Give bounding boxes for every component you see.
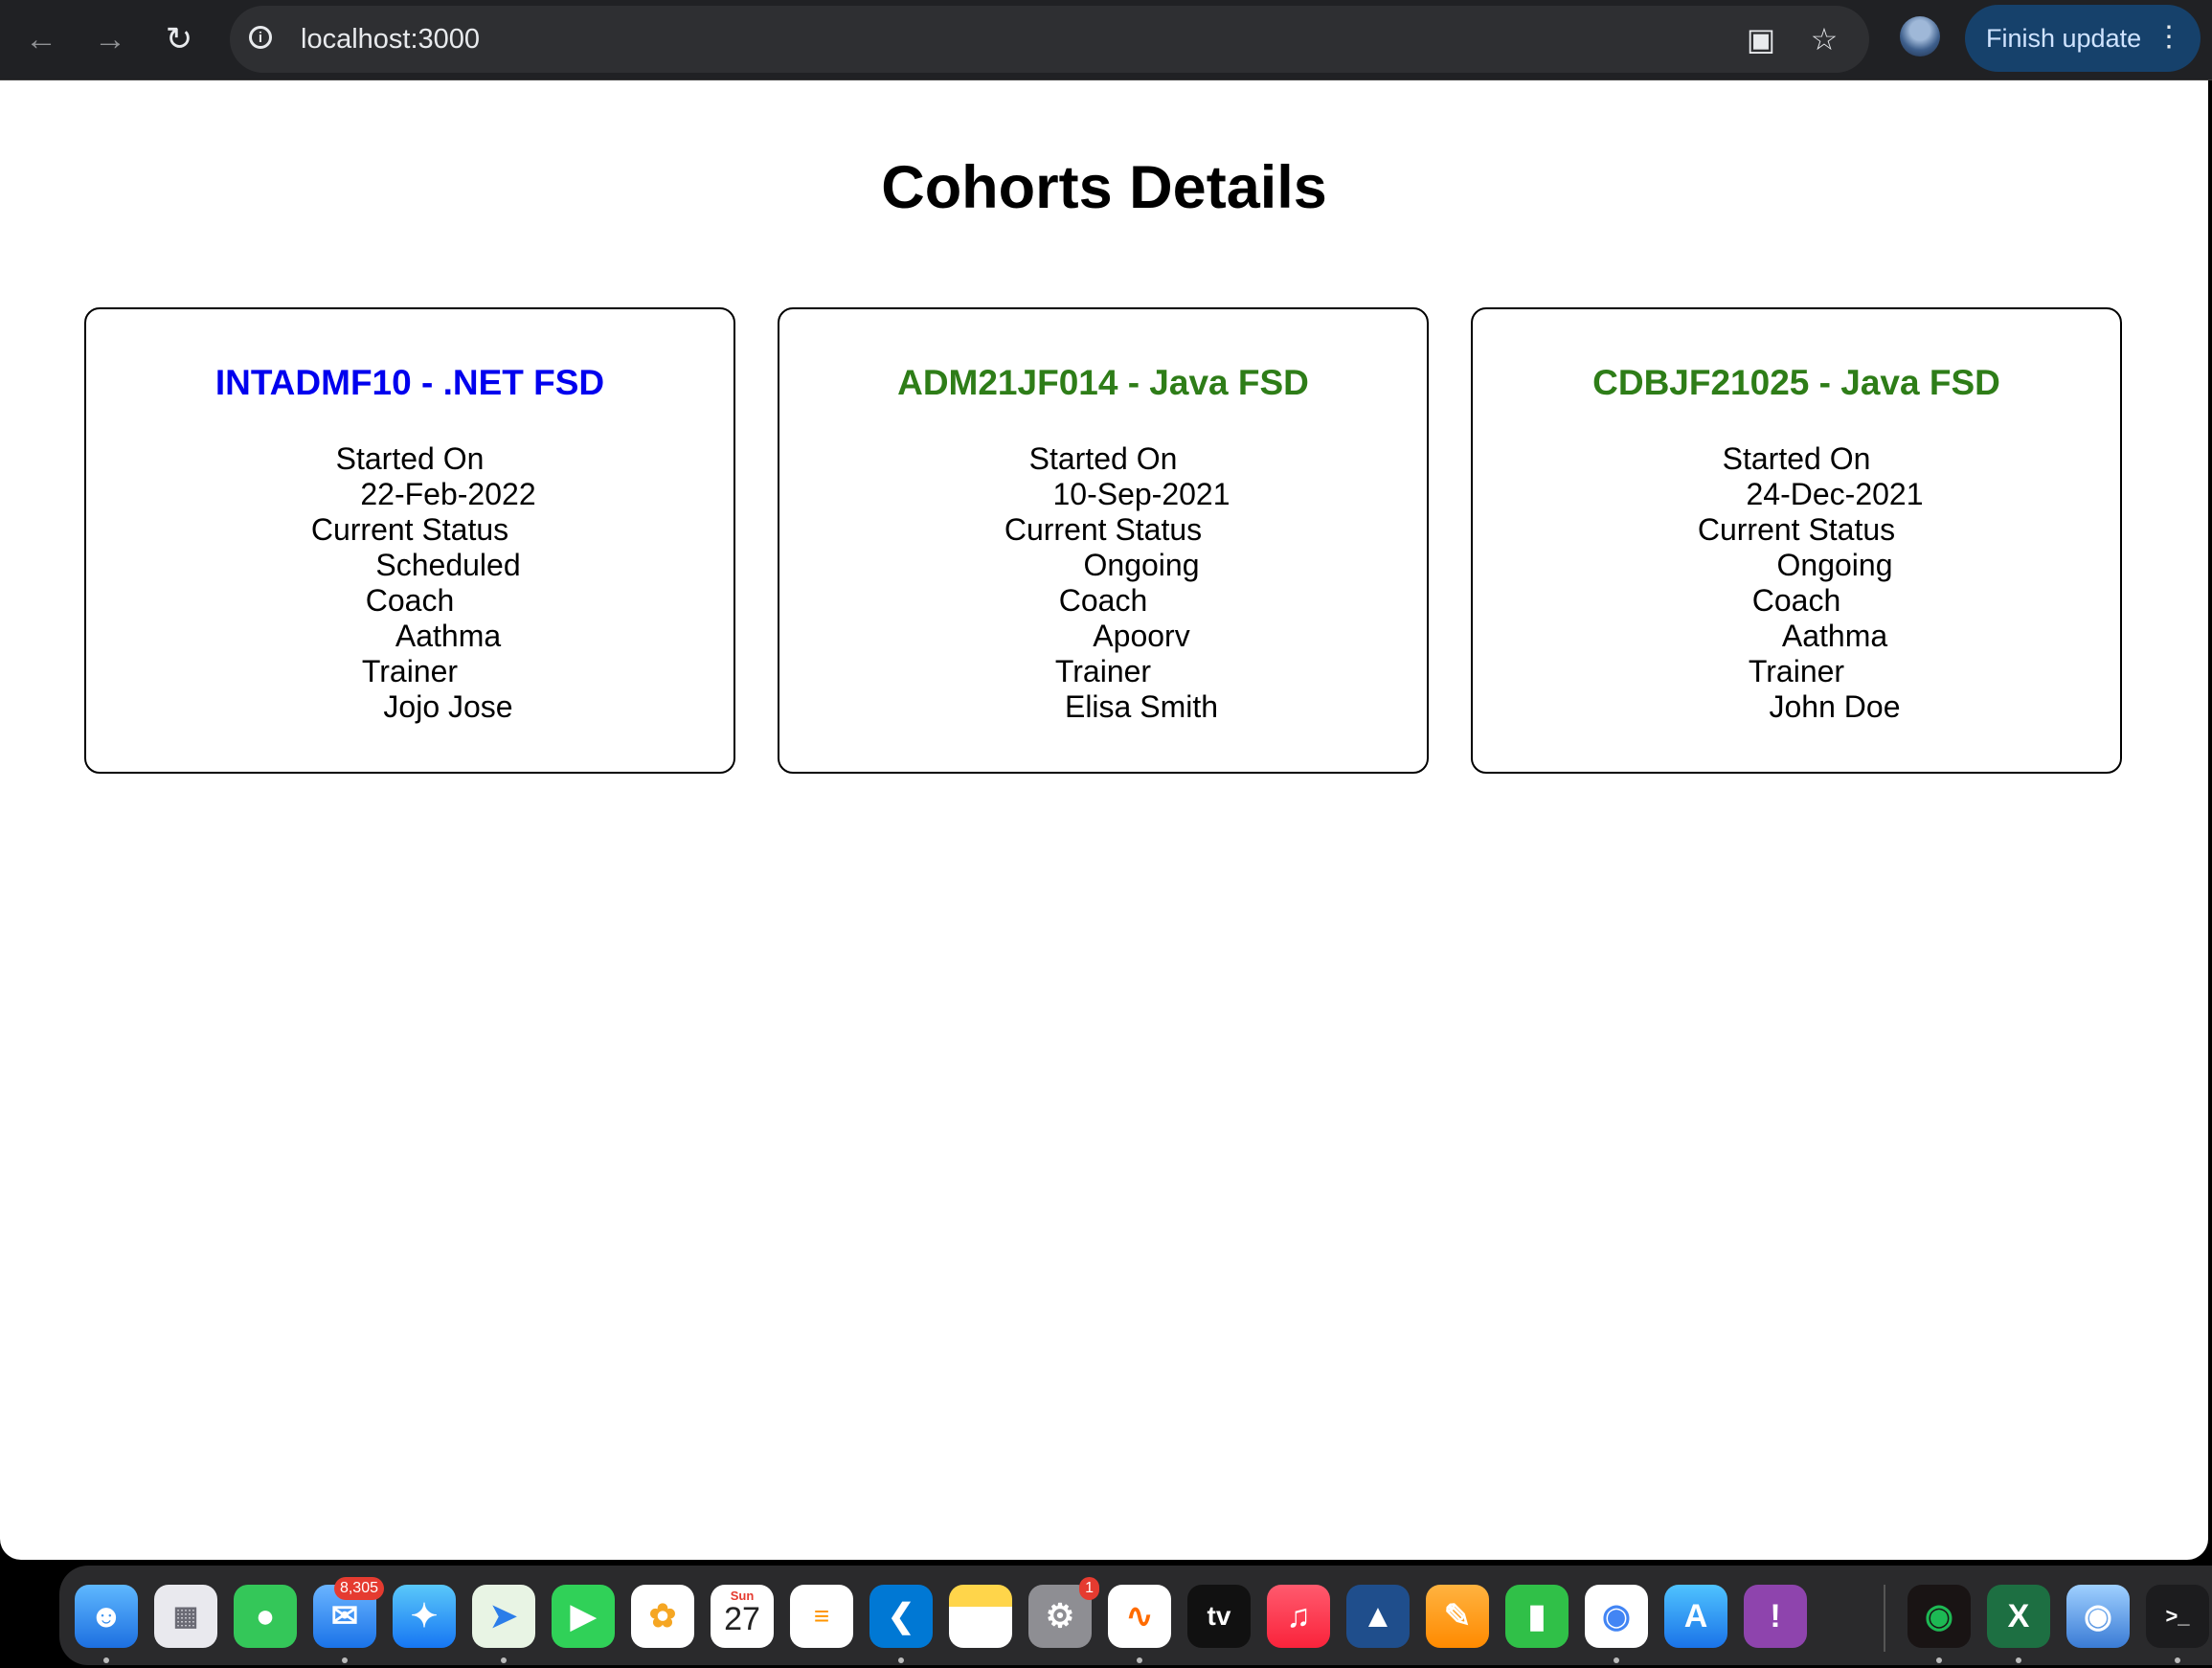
trainer-label: Trainer: [1748, 654, 1845, 688]
started-on-label: Started On: [1028, 441, 1178, 476]
started-on-value: 22-Feb-2022: [360, 477, 536, 511]
maps-icon[interactable]: ➤: [472, 1585, 535, 1648]
launchpad-icon[interactable]: ▦: [154, 1585, 217, 1648]
status-value: Ongoing: [1776, 548, 1893, 582]
back-arrow-icon[interactable]: ←: [15, 13, 67, 65]
status-label: Current Status: [1004, 512, 1203, 547]
coach-label: Coach: [1058, 583, 1148, 618]
running-indicator: [898, 1657, 904, 1663]
running-indicator: [2016, 1657, 2021, 1663]
started-on-value: 24-Dec-2021: [1746, 477, 1924, 511]
dock: ☻ ▦ ● ✉ 8,305 ✦ ➤ ▶ ✿ Sun 27 ≡ ❮ ⚙ 1 ∿ tv …: [59, 1566, 2212, 1665]
coach-value: Aathma: [1781, 619, 1888, 653]
trainer-label: Trainer: [1054, 654, 1152, 688]
music-icon[interactable]: ♫: [1267, 1585, 1330, 1648]
pages-icon[interactable]: ✎: [1426, 1585, 1489, 1648]
more-menu-icon[interactable]: ⋮: [2155, 5, 2183, 70]
profile-avatar[interactable]: [1900, 16, 1940, 56]
dock-area: ☻ ▦ ● ✉ 8,305 ✦ ➤ ▶ ✿ Sun 27 ≡ ❮ ⚙ 1 ∿ tv …: [0, 1560, 2212, 1668]
started-on-value: 10-Sep-2021: [1052, 477, 1230, 511]
cohort-title: CDBJF21025 - Java FSD: [1592, 363, 2000, 402]
keynote-icon[interactable]: ▲: [1346, 1585, 1410, 1648]
cohort-card: CDBJF21025 - Java FSD Started On 24-Dec-…: [1471, 307, 2122, 774]
numbers-icon[interactable]: ▮: [1505, 1585, 1569, 1648]
apple-tv-label: tv: [1207, 1601, 1231, 1631]
trainer-label: Trainer: [361, 654, 459, 688]
cohort-details: Started On 24-Dec-2021 Current Status On…: [1473, 441, 2120, 725]
mail-badge: 8,305: [333, 1577, 384, 1600]
site-info-icon[interactable]: i: [249, 26, 272, 49]
apple-tv-icon[interactable]: tv: [1187, 1585, 1251, 1648]
cohort-details: Started On 22-Feb-2022 Current Status Sc…: [86, 441, 734, 725]
address-bar[interactable]: i localhost:3000 ▣ ☆: [230, 6, 1869, 73]
started-on-label: Started On: [335, 441, 485, 476]
settings-badge: 1: [1079, 1577, 1099, 1600]
finish-update-label: Finish update: [1986, 24, 2142, 53]
reload-icon[interactable]: ↻: [153, 13, 205, 65]
app-store-icon[interactable]: A: [1664, 1585, 1727, 1648]
vscode-icon[interactable]: ❮: [869, 1585, 933, 1648]
freeform-icon[interactable]: ∿: [1108, 1585, 1171, 1648]
running-indicator: [1936, 1657, 1942, 1663]
coach-label: Coach: [1751, 583, 1841, 618]
started-on-label: Started On: [1722, 441, 1871, 476]
browser-toolbar: ← → ↻ i localhost:3000 ▣ ☆ Finish update…: [0, 0, 2212, 80]
cohort-title: INTADMF10 - .NET FSD: [214, 363, 605, 402]
cohort-card: ADM21JF014 - Java FSD Started On 10-Sep-…: [778, 307, 1429, 774]
page-title: Cohorts Details: [881, 154, 1327, 221]
url-text[interactable]: localhost:3000: [301, 6, 480, 73]
running-indicator: [1137, 1657, 1142, 1663]
photos-icon[interactable]: ✿: [631, 1585, 694, 1648]
coach-value: Aathma: [395, 619, 502, 653]
coach-label: Coach: [365, 583, 455, 618]
running-indicator: [103, 1657, 109, 1663]
spotify-icon[interactable]: ◉: [1907, 1585, 1971, 1648]
install-app-icon[interactable]: ▣: [1737, 15, 1785, 63]
finish-update-button[interactable]: Finish update ⋮: [1965, 5, 2201, 72]
running-indicator: [1614, 1657, 1619, 1663]
reminders-icon[interactable]: ≡: [790, 1585, 853, 1648]
calendar-date: 27: [724, 1601, 760, 1637]
running-indicator: [342, 1657, 348, 1663]
utility-app-icon[interactable]: ◉: [2066, 1585, 2130, 1648]
running-indicator: [2175, 1657, 2180, 1663]
system-settings-icon[interactable]: ⚙ 1: [1028, 1577, 1099, 1648]
bookmark-star-icon[interactable]: ☆: [1800, 15, 1848, 63]
calendar-icon[interactable]: Sun 27: [711, 1585, 774, 1648]
finder-icon[interactable]: ☻: [75, 1585, 138, 1648]
cohort-card: INTADMF10 - .NET FSD Started On 22-Feb-2…: [84, 307, 735, 774]
cohort-details: Started On 10-Sep-2021 Current Status On…: [779, 441, 1427, 725]
status-label: Current Status: [1697, 512, 1896, 547]
messages-icon[interactable]: ●: [234, 1585, 297, 1648]
cohort-title: ADM21JF014 - Java FSD: [897, 363, 1309, 402]
chrome-icon[interactable]: ◉: [1585, 1585, 1648, 1648]
status-value: Ongoing: [1083, 548, 1200, 582]
trainer-value: Jojo Jose: [383, 689, 513, 724]
excel-icon[interactable]: X: [1987, 1585, 2050, 1648]
terminal-icon[interactable]: >_: [2146, 1585, 2209, 1648]
forward-arrow-icon[interactable]: →: [84, 13, 136, 65]
feedback-icon[interactable]: !: [1744, 1585, 1807, 1648]
trainer-value: John Doe: [1769, 689, 1901, 724]
coach-value: Apoorv: [1093, 619, 1190, 653]
notes-icon[interactable]: [949, 1585, 1012, 1648]
status-value: Scheduled: [375, 548, 521, 582]
facetime-icon[interactable]: ▶: [552, 1585, 615, 1648]
dock-separator: [1884, 1585, 1885, 1652]
running-indicator: [501, 1657, 507, 1663]
safari-icon[interactable]: ✦: [393, 1585, 456, 1648]
page-content: Cohorts Details INTADMF10 - .NET FSD Sta…: [0, 80, 2208, 1560]
mail-icon[interactable]: ✉ 8,305: [313, 1577, 384, 1648]
status-label: Current Status: [310, 512, 509, 547]
trainer-value: Elisa Smith: [1064, 689, 1219, 724]
